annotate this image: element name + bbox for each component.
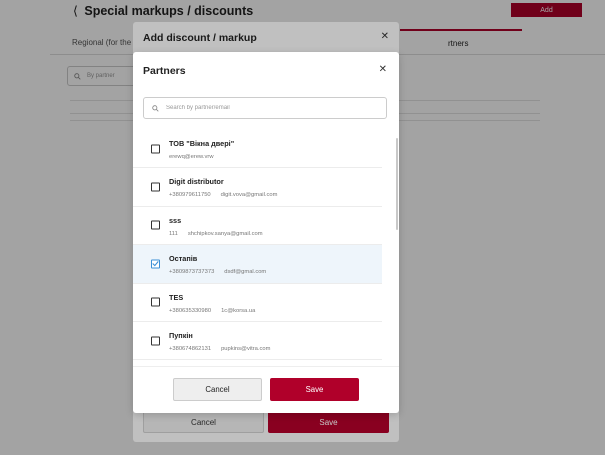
partner-contacts: +380674862131 pupkins@vitra.com [169, 346, 270, 352]
cancel-button[interactable]: Cancel [173, 378, 262, 401]
divider [133, 366, 399, 367]
partner-email: digit.vova@gmail.com [220, 192, 278, 199]
partner-phone: 111 [169, 230, 178, 237]
partner-name: sss [169, 215, 182, 225]
save-button[interactable]: Save [270, 378, 359, 401]
close-icon[interactable]: ✕ [379, 64, 387, 75]
partner-email: shchipkov.sanya@gmail.com [187, 230, 263, 237]
partner-contacts: erewq@erew.vrw [169, 154, 214, 160]
partner-contacts: +380979611750 digit.vova@gmail.com [169, 192, 277, 198]
partner-row[interactable]: Digit distributor +380979611750 digit.vova… [133, 168, 382, 207]
partner-checkbox[interactable] [151, 144, 160, 154]
partner-phone: +380979611750 [169, 192, 211, 199]
partner-name: ТОВ "Вікна двері" [169, 139, 235, 148]
partner-checkbox[interactable] [151, 297, 160, 307]
partner-contacts: 111 shchipkov.sanya@gmail.com [169, 231, 263, 237]
partner-phone: +3809873737373 [169, 269, 215, 276]
partner-row[interactable]: Пупкін +380674862131 pupkins@vitra.com [133, 322, 382, 361]
scrollbar[interactable] [396, 138, 398, 230]
modal-title: Partners [143, 65, 186, 77]
partner-contacts: +380635330980 1c@korsa.ua [169, 308, 255, 314]
partner-search-field[interactable] [143, 97, 387, 119]
partner-phone: +380674862131 [169, 345, 212, 352]
partner-checkbox[interactable] [151, 220, 160, 230]
partner-email: dsdf@gmal.com [224, 269, 267, 276]
partner-email: erewq@erew.vrw [169, 154, 214, 160]
partner-row[interactable]: Остапів +3809873737373 dsdf@gmal.com [133, 245, 382, 284]
partner-name: TES [169, 292, 184, 302]
partner-search-input[interactable] [166, 105, 366, 111]
partner-name: Пупкін [169, 330, 193, 340]
partners-modal: Partners ✕ ТОВ "Вікна двері" erewq@erew.v… [133, 52, 399, 413]
partner-list: ТОВ "Вікна двері" erewq@erew.vrw Digit dis… [133, 130, 388, 366]
partner-row[interactable]: sss 111 shchipkov.sanya@gmail.com [133, 207, 382, 246]
partner-contacts: +3809873737373 dsdf@gmal.com [169, 269, 266, 275]
partner-email: 1c@korsa.ua [221, 307, 256, 314]
search-icon [152, 104, 159, 112]
partner-checkbox[interactable] [151, 259, 160, 269]
partner-checkbox[interactable] [151, 336, 160, 346]
check-icon [152, 261, 159, 267]
partner-email: pupkins@vitra.com [221, 345, 271, 352]
partner-name: Остапів [169, 254, 198, 264]
partner-row[interactable]: TES +380635330980 1c@korsa.ua [133, 284, 382, 322]
partner-row[interactable]: ТОВ "Вікна двері" erewq@erew.vrw [133, 130, 382, 169]
partner-phone: +380635330980 [169, 307, 212, 314]
partner-name: Digit distributor [169, 177, 224, 187]
partner-checkbox[interactable] [151, 182, 160, 192]
